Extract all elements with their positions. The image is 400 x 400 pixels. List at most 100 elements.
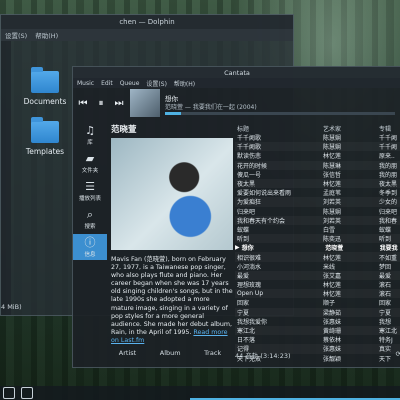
menu-help[interactable]: 帮助(H) [35, 30, 58, 40]
sidebar-item-label: 库 [87, 139, 93, 146]
track-row[interactable]: 千千阙歌 陈慧娴 千千阙 [235, 133, 400, 142]
track-row[interactable]: 回家 顺子 回家 [235, 298, 400, 307]
column-title[interactable]: 标题 [235, 124, 323, 133]
sidebar-item-playlists[interactable]: ☰ 播放列表 [73, 178, 107, 204]
track-title: 听到 [237, 236, 250, 244]
track-row[interactable]: 千千阙歌 陈慧娴 千千阙 [235, 142, 400, 151]
track-row[interactable]: 理想玫瑰 林忆莲 滚石 [235, 280, 400, 289]
track-artist: 林忆莲 [323, 282, 342, 290]
track-row[interactable]: 默读伤悲 林忆莲 原来.. [235, 151, 400, 160]
track-artist: 米线 [323, 263, 336, 271]
track-row[interactable]: 相识很难 林忆莲 不如重 [235, 252, 400, 262]
launcher-icon[interactable] [3, 387, 15, 399]
previous-track-icon[interactable]: ⏮ [77, 97, 89, 109]
track-album: 回家 [379, 300, 392, 308]
track-album: 少女的 [379, 199, 398, 207]
track-artist: 林忆莲 [323, 291, 342, 299]
bio-text: Mavis Fan (范晓萱), born on February 27, 19… [111, 256, 233, 336]
track-row[interactable]: 听到 陈奕迅 听到 [235, 234, 400, 243]
track-row[interactable]: 归来吧 陈慧娴 归来吧 [235, 207, 400, 216]
track-album: 特务J [379, 337, 393, 345]
queue-footer: 44 音轨 (3:14:23) ⟳ [235, 350, 400, 360]
next-track-icon[interactable]: ⏭ [113, 97, 125, 109]
menu-settings[interactable]: 设置(S) [146, 79, 167, 88]
track-artist: 黄绮珊 [323, 328, 342, 336]
sidebar-item-label: 搜索 [84, 223, 96, 230]
cantata-titlebar[interactable]: Cantata [73, 67, 400, 78]
window-switcher-icon[interactable] [21, 387, 33, 399]
folder-templates[interactable]: Templates [17, 117, 73, 156]
track-album: 千千阙 [379, 144, 398, 152]
track-album: 原来.. [379, 153, 395, 161]
queue-header: 标题 艺术家 专辑 [235, 123, 400, 133]
tab-album[interactable]: Album [160, 349, 181, 357]
track-row[interactable]: 爱要如何说出来看雨 孟庭苇 冬季到 [235, 188, 400, 197]
sidebar-item-library[interactable]: ♫ 库 [73, 122, 107, 148]
track-title: 理想玫瑰 [237, 282, 262, 290]
menu-edit[interactable]: Edit [101, 80, 113, 87]
refresh-icon[interactable]: ⟳ [396, 350, 400, 360]
artist-photo [111, 138, 233, 250]
track-row[interactable]: 夜太黑 林忆莲 夜太黑 [235, 179, 400, 188]
menu-settings[interactable]: 设置(S) [5, 30, 27, 40]
track-title: Open Up [237, 290, 264, 298]
column-artist[interactable]: 艺术家 [323, 124, 379, 133]
track-artist: 林忆莲 [323, 153, 342, 161]
track-title: 傻瓜一号 [237, 171, 262, 179]
track-title: 千千阙歌 [237, 135, 262, 143]
track-artist: 蔡依林 [323, 337, 342, 345]
track-row[interactable]: 寒江北 黄绮珊 寒江北 [235, 326, 400, 335]
track-row[interactable]: 花开的时候 陈慧琳 我的朋 [235, 161, 400, 170]
folder-label: Templates [25, 147, 65, 156]
folder-documents[interactable]: Documents [17, 67, 73, 106]
track-album: 归来吧 [379, 208, 398, 216]
cantata-window[interactable]: Cantata Music Edit Queue 设置(S) 帮助(H) ⏮ ⏸… [72, 66, 400, 368]
track-title: 宁夏 [237, 309, 250, 317]
track-album: 听到 [379, 236, 392, 244]
track-title: 回家 [237, 300, 250, 308]
track-artist: 张信哲 [323, 171, 342, 179]
sidebar-item-info[interactable]: ⓘ 信息 [73, 234, 107, 260]
track-title: 归来吧 [237, 208, 256, 216]
play-queue: 标题 艺术家 专辑 千千阙歌 陈慧娴 千千阙 千千阙歌 陈慧娴 千千阙 默读伤悲 林忆莲 原来.… [235, 123, 400, 363]
list-icon: ☰ [85, 179, 95, 193]
track-title: 夜太黑 [237, 181, 256, 189]
sidebar-item-search[interactable]: ⌕ 搜索 [73, 206, 107, 232]
column-album[interactable]: 专辑 [379, 124, 400, 133]
track-album: 千千阙 [379, 135, 398, 143]
menu-queue[interactable]: Queue [120, 80, 140, 87]
tab-track[interactable]: Track [204, 349, 221, 357]
sidebar-item-folders[interactable]: ▰ 文件夹 [73, 150, 107, 176]
track-title: 最爱 [237, 272, 250, 280]
track-artist: 林忆莲 [323, 254, 342, 262]
track-row[interactable]: 蚁蝶 白雪 蚁蝶 [235, 225, 400, 234]
track-artist: 张艾嘉 [323, 272, 342, 280]
menu-help[interactable]: 帮助(H) [174, 79, 195, 88]
dolphin-titlebar[interactable]: chen — Dolphin [1, 15, 293, 29]
track-row[interactable]: ▶ 想你 范晓萱 我要我 [235, 243, 400, 252]
info-icon: ⓘ [84, 235, 96, 249]
album-cover-thumbnail[interactable] [130, 89, 160, 117]
track-artist: 陈慧娴 [323, 208, 342, 216]
track-row[interactable]: 小河淌水 米线 梦回 [235, 262, 400, 271]
artist-bio: Mavis Fan (范晓萱), born on February 27, 19… [111, 256, 233, 345]
track-row[interactable]: 我想我爱你 张惠妹 我想 [235, 317, 400, 326]
track-artist: 梁静茹 [323, 309, 342, 317]
pause-icon[interactable]: ⏸ [95, 97, 107, 109]
menu-music[interactable]: Music [77, 80, 94, 87]
track-row[interactable]: 日不落 蔡依林 特务J [235, 335, 400, 344]
track-row[interactable]: 我和春天有个约会 刘若英 我和春 [235, 216, 400, 225]
track-row[interactable]: 最爱 张艾嘉 最爱 [235, 271, 400, 280]
track-title: 花开的时候 [237, 162, 268, 170]
track-album: 夜太黑 [379, 181, 398, 189]
track-row[interactable]: 为爱痴狂 刘若英 少女的 [235, 197, 400, 206]
track-row[interactable]: 傻瓜一号 张信哲 我的朋 [235, 170, 400, 179]
track-artist: 顺子 [323, 300, 336, 308]
track-title: 千千阙歌 [237, 144, 262, 152]
track-row[interactable]: Open Up 林忆莲 滚石 [235, 289, 400, 298]
track-row[interactable]: 宁夏 梁静茹 宁夏 [235, 308, 400, 317]
seek-bar-fill [165, 112, 182, 115]
tab-artist[interactable]: Artist [119, 349, 136, 357]
track-title: 爱要如何说出来看雨 [237, 190, 292, 198]
seek-bar[interactable] [165, 112, 395, 115]
